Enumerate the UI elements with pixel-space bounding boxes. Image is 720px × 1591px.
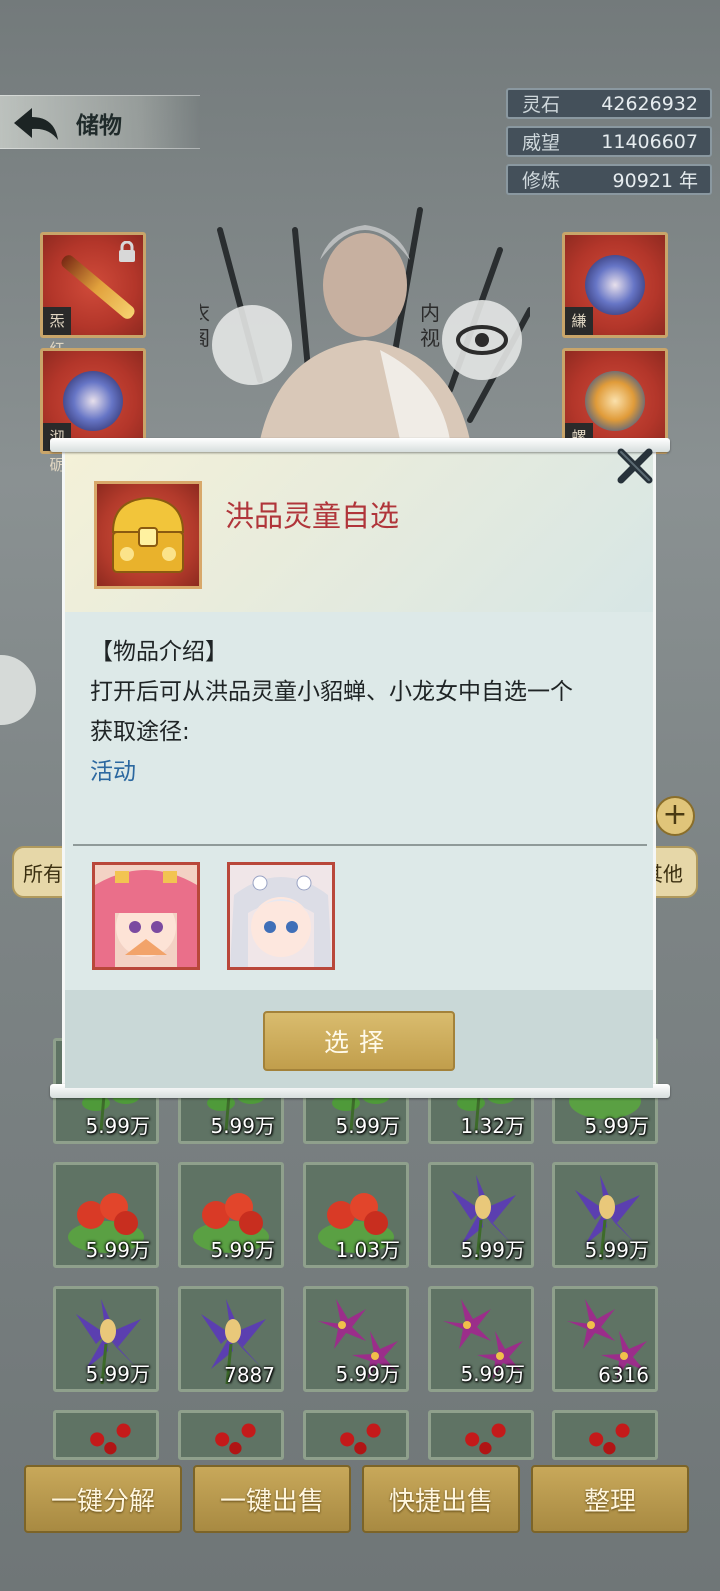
red-berry-icon <box>589 1423 630 1455</box>
stat-cultivation: 修炼 90921 年 <box>506 164 712 195</box>
red-berry-icon <box>215 1423 256 1455</box>
stat-prestige: 威望 11406607 <box>506 126 712 157</box>
select-button-label: 选择 <box>323 1028 394 1057</box>
item-name: 洪品灵童自选 <box>225 499 400 533</box>
stat-label: 修炼 <box>522 170 561 192</box>
stat-value: 42626932 <box>601 92 698 115</box>
stat-value: 11406607 <box>601 130 698 153</box>
inventory-item[interactable]: 5.99万 <box>552 1162 658 1268</box>
inventory-item-partial[interactable] <box>552 1410 658 1460</box>
inventory-item[interactable]: 1.03万 <box>303 1162 409 1268</box>
sell-all-button[interactable]: 一键出售 <box>193 1465 351 1533</box>
item-price: 5.99万 <box>335 1362 400 1386</box>
equip-slot-weapon[interactable]: 炁红 <box>40 232 146 358</box>
item-price: 5.99万 <box>210 1114 275 1138</box>
item-price: 5.99万 <box>584 1114 649 1138</box>
item-price: 5.99万 <box>460 1238 525 1262</box>
svg-text:内: 内 <box>420 301 440 325</box>
lock-icon <box>119 241 135 262</box>
red-berry-icon <box>465 1423 506 1455</box>
pink-hair-girl-portrait <box>95 865 197 967</box>
section-title: 【物品介绍】 <box>90 639 228 665</box>
item-price: 5.99万 <box>85 1362 150 1386</box>
stat-spirit-stones: 灵石 42626932 <box>506 88 712 119</box>
item-price: 5.99万 <box>584 1238 649 1262</box>
divider <box>73 844 647 846</box>
back-arrow-icon[interactable] <box>10 104 60 142</box>
item-price: 5.99万 <box>335 1114 400 1138</box>
svg-text:视: 视 <box>420 326 440 350</box>
inventory-item-partial[interactable] <box>178 1410 284 1460</box>
source-link[interactable]: 活动 <box>90 752 136 786</box>
item-price: 5.99万 <box>85 1114 150 1138</box>
scroll-rod-top <box>50 438 670 452</box>
inventory-item[interactable]: 7887 <box>178 1286 284 1392</box>
item-price: 7887 <box>224 1363 275 1387</box>
inventory-item[interactable]: 5.99万 <box>428 1162 534 1268</box>
item-price: 6316 <box>598 1363 649 1387</box>
stat-value: 90921 年 <box>612 170 698 192</box>
tab-all-label: 所有 <box>23 861 63 886</box>
ring-icon <box>585 255 645 315</box>
inventory-item[interactable]: 5.99万 <box>428 1286 534 1392</box>
side-menu-button[interactable] <box>0 655 36 725</box>
add-slot-button[interactable]: + <box>655 796 695 836</box>
equip-slot-ring[interactable]: 縑 <box>562 232 668 338</box>
quick-sell-button[interactable]: 快捷出售 <box>362 1465 520 1533</box>
svg-text:阁: 阁 <box>200 326 210 350</box>
source-label: 获取途径: <box>90 719 190 745</box>
page-title: 储物 <box>76 113 122 139</box>
item-description: 打开后可从洪品灵童小貂蝉、小龙女中自选一个 <box>90 679 573 705</box>
item-price: 5.99万 <box>85 1238 150 1262</box>
inventory-item-partial[interactable] <box>303 1410 409 1460</box>
item-price: 5.99万 <box>210 1238 275 1262</box>
character-portrait: 衣 阁 内 视 <box>200 207 530 440</box>
inventory-item[interactable]: 6316 <box>552 1286 658 1392</box>
inventory-item-partial[interactable] <box>53 1410 159 1460</box>
stat-label: 威望 <box>522 132 561 154</box>
item-price: 5.99万 <box>460 1362 525 1386</box>
inventory-item[interactable]: 5.99万 <box>53 1162 159 1268</box>
red-berry-icon <box>90 1423 131 1455</box>
inventory-item-partial[interactable] <box>428 1410 534 1460</box>
reward-portrait-xiaolongnv[interactable] <box>227 862 335 970</box>
golden-treasure-chest-icon <box>111 496 185 573</box>
amulet-icon <box>585 371 645 431</box>
armor-icon <box>63 371 123 431</box>
wardrobe-label: 衣 <box>200 301 210 325</box>
close-icon[interactable] <box>615 446 655 486</box>
seal-label: 縑 <box>565 307 593 335</box>
stat-label: 灵石 <box>522 94 561 116</box>
white-hair-girl-portrait <box>230 865 332 967</box>
inventory-item[interactable]: 5.99万 <box>178 1162 284 1268</box>
inventory-item[interactable]: 5.99万 <box>303 1286 409 1392</box>
red-berry-icon <box>340 1423 381 1455</box>
select-button[interactable]: 选择 <box>263 1011 455 1071</box>
sort-button[interactable]: 整理 <box>531 1465 689 1533</box>
inventory-item[interactable]: 5.99万 <box>53 1286 159 1392</box>
reward-portrait-xiaodiaochan[interactable] <box>92 862 200 970</box>
item-price: 1.03万 <box>335 1238 400 1262</box>
decompose-all-button[interactable]: 一键分解 <box>24 1465 182 1533</box>
item-icon <box>94 481 202 589</box>
item-price: 1.32万 <box>460 1114 525 1138</box>
seal-label: 炁红 <box>43 307 71 358</box>
